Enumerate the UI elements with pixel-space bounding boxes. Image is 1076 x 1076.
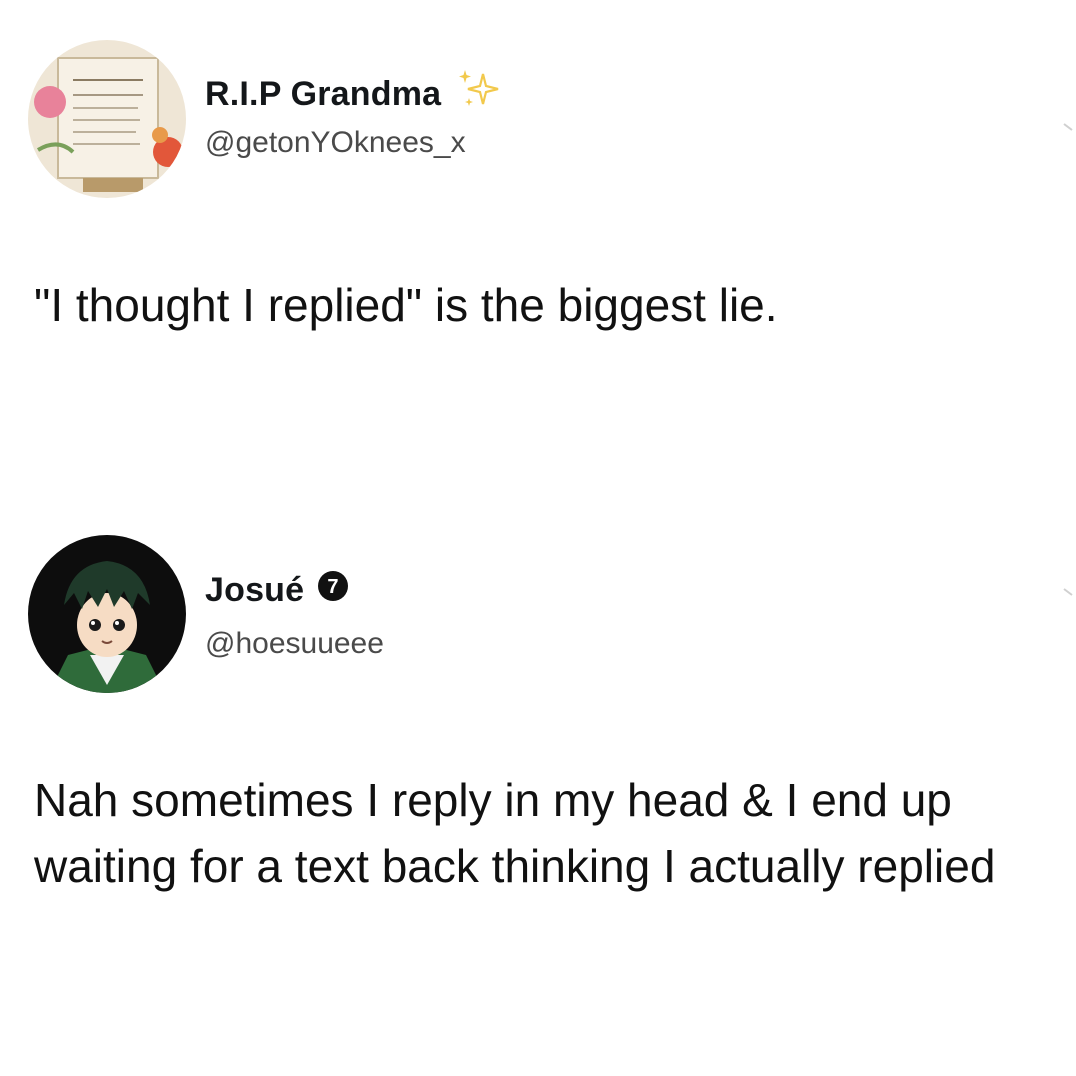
display-name[interactable]: R.I.P Grandma [205, 75, 441, 114]
user-handle[interactable]: @getonYOknees_x [205, 126, 466, 160]
chevron-down-icon[interactable] [1062, 585, 1076, 605]
badge-number: 7 [328, 576, 339, 598]
sparkle-icon [455, 68, 503, 121]
display-name[interactable]: Josué [205, 571, 304, 610]
tweet-text: Nah sometimes I reply in my head & I end… [34, 774, 996, 892]
chevron-down-icon[interactable] [1062, 120, 1076, 140]
avatar[interactable] [28, 535, 186, 693]
badge-icon: 7 [316, 569, 350, 612]
display-name-row[interactable]: R.I.P Grandma [205, 68, 503, 121]
avatar-image [28, 535, 186, 693]
display-name-row[interactable]: Josué 7 [205, 569, 350, 612]
tweet-text: "I thought I replied" is the biggest lie… [34, 279, 778, 331]
user-handle[interactable]: @hoesuueee [205, 627, 384, 661]
avatar-image [28, 40, 186, 198]
avatar[interactable] [28, 40, 186, 198]
